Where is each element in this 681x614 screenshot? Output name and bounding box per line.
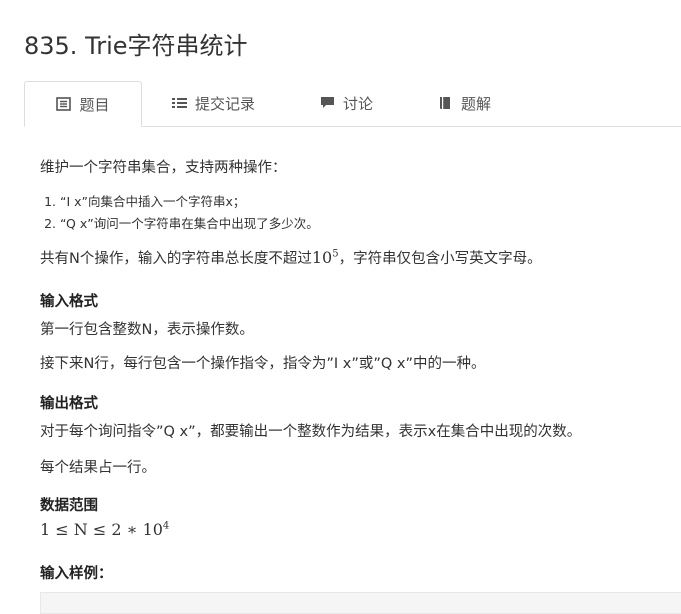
output-format-line: 对于每个询问指令”Q x”，都要输出一个整数作为结果，表示x在集合中出现的次数。 [40, 424, 582, 440]
list-text: “I x”向集合中插入一个字符串x； [60, 194, 246, 209]
book-icon [438, 96, 453, 110]
output-format-line: 每个结果占一行。 [40, 460, 156, 476]
sample-input-heading: 输入样例： [40, 566, 113, 582]
tab-solutions[interactable]: 题解 [438, 82, 491, 124]
tab-label: 提交记录 [195, 94, 256, 113]
limit-math: 105 [312, 248, 339, 267]
length-limit: 共有N个操作，输入的字符串总长度不超过 105 ，字符串仅包含小写英文字母。 [40, 247, 542, 268]
list-text: “Q x”询问一个字符串在集合中出现了多少次。 [60, 216, 319, 231]
input-format-heading: 输入格式 [40, 294, 98, 310]
formula-text: 1 ≤ N ≤ 2 ∗ 10 [40, 520, 163, 539]
document-list-icon [56, 97, 72, 111]
tab-submissions[interactable]: 提交记录 [172, 82, 255, 124]
list-item: 1. “I x”向集合中插入一个字符串x； [40, 191, 319, 213]
list-number: 1. [44, 194, 56, 209]
list-number: 2. [44, 216, 56, 231]
limit-suffix: ，字符串仅包含小写英文字母。 [338, 251, 542, 267]
comment-icon [320, 96, 335, 110]
sample-input-box [40, 592, 681, 614]
tab-label: 题目 [79, 95, 110, 114]
input-format-line: 第一行包含整数N，表示操作数。 [40, 322, 254, 338]
problem-intro: 维护一个字符串集合，支持两种操作： [40, 160, 287, 176]
bulleted-list-icon [172, 96, 187, 110]
data-range-heading: 数据范围 [40, 498, 98, 514]
formula-exponent: 4 [162, 520, 170, 532]
tab-label: 题解 [461, 94, 492, 113]
list-item: 2. “Q x”询问一个字符串在集合中出现了多少次。 [40, 213, 319, 235]
data-range-formula: 1 ≤ N ≤ 2 ∗ 104 [40, 520, 169, 539]
math-base: 10 [311, 248, 333, 267]
tab-label: 讨论 [343, 94, 374, 113]
tab-discussion[interactable]: 讨论 [320, 82, 373, 124]
output-format-heading: 输出格式 [40, 396, 98, 412]
page-title: 835. Trie字符串统计 [24, 32, 248, 60]
tab-problem[interactable]: 题目 [24, 81, 142, 127]
input-format-line: 接下来N行，每行包含一个操作指令，指令为”I x”或”Q x”中的一种。 [40, 356, 486, 372]
tab-bar: 题目 提交记录 讨论 题解 [24, 81, 681, 127]
operation-list: 1. “I x”向集合中插入一个字符串x； 2. “Q x”询问一个字符串在集合… [40, 191, 319, 235]
limit-prefix: 共有N个操作，输入的字符串总长度不超过 [40, 251, 312, 267]
